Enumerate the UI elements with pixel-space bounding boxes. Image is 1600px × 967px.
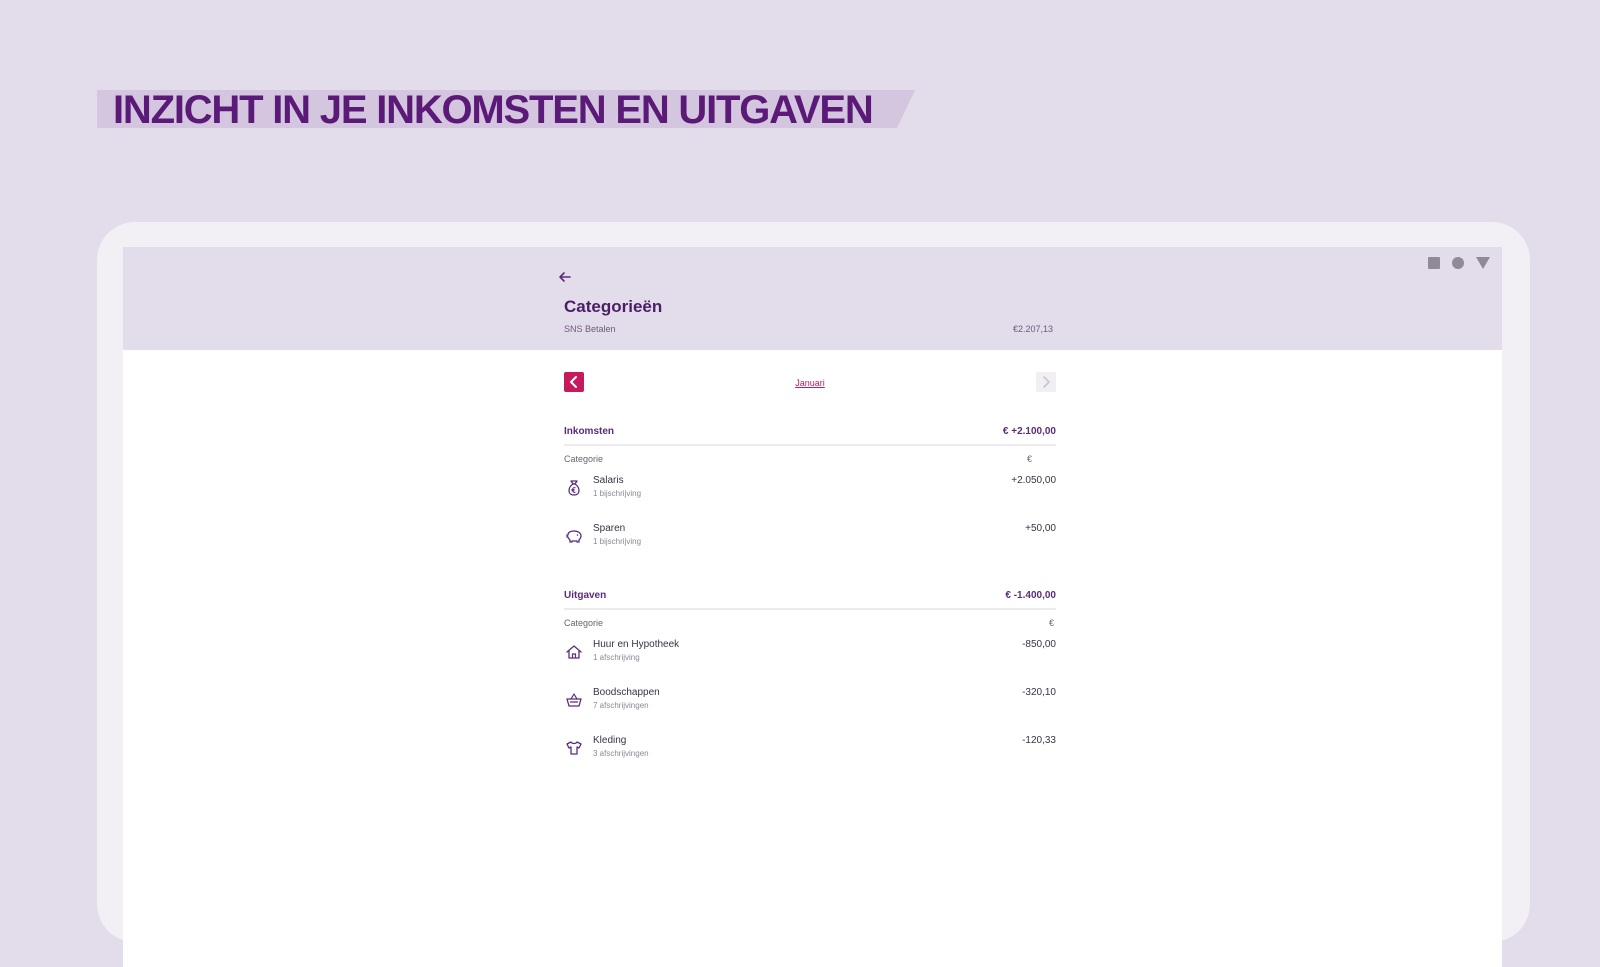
- category-row-sparen[interactable]: Sparen 1 bijschrijving +50,00: [564, 520, 1056, 568]
- currency-column-label: €: [1026, 454, 1032, 464]
- category-amount: -850,00: [1022, 639, 1056, 650]
- category-name: Boodschappen: [593, 687, 660, 698]
- category-amount: +2.050,00: [1011, 475, 1056, 486]
- category-row-salaris[interactable]: Salaris 1 bijschrijving +2.050,00: [564, 472, 1056, 520]
- category-row-kleding[interactable]: Kleding 3 afschrijvingen -120,33: [564, 732, 1056, 780]
- categories-content: Januari Inkomsten € +2.100,00 Categorie …: [564, 350, 1056, 780]
- tablet-frame: Categorieën SNS Betalen €2.207,13 Januar…: [97, 222, 1530, 967]
- house-icon: [566, 645, 582, 659]
- headline: INZICHT IN JE INKOMSTEN EN UITGAVEN: [113, 88, 874, 132]
- shopping-basket-icon: [566, 693, 582, 707]
- category-count: 1 afschrijving: [593, 653, 640, 662]
- category-row-boodschappen[interactable]: Boodschappen 7 afschrijvingen -320,10: [564, 684, 1056, 732]
- account-balance: €2.207,13: [1012, 324, 1053, 334]
- triangle-icon: [1476, 257, 1490, 269]
- back-button[interactable]: [557, 269, 573, 285]
- category-amount: +50,00: [1025, 523, 1056, 534]
- next-month-button[interactable]: [1036, 372, 1056, 392]
- month-navigation: Januari: [564, 350, 1056, 420]
- category-row-huur-en-hypotheek[interactable]: Huur en Hypotheek 1 afschrijving -850,00: [564, 636, 1056, 684]
- category-amount: -320,10: [1022, 687, 1056, 698]
- category-column-label: Categorie: [564, 454, 604, 464]
- expenses-section-header: Uitgaven € -1.400,00: [564, 584, 1056, 610]
- currency-column-label: €: [1048, 618, 1054, 628]
- category-name: Sparen: [593, 523, 626, 534]
- category-count: 1 bijschrijving: [593, 537, 642, 546]
- category-count: 3 afschrijvingen: [593, 749, 649, 758]
- piggy-bank-icon: [566, 530, 582, 543]
- money-bag-icon: [568, 480, 580, 496]
- expenses-column-header: Categorie €: [564, 610, 1056, 636]
- income-title: Inkomsten: [564, 426, 615, 437]
- status-bar: [1428, 257, 1490, 269]
- category-name: Kleding: [593, 735, 627, 746]
- expenses-total: € -1.400,00: [1005, 590, 1056, 601]
- page-title: Categorieën: [564, 297, 663, 316]
- back-arrow-icon: [559, 272, 571, 282]
- expenses-title: Uitgaven: [564, 590, 607, 601]
- chevron-right-icon: [1043, 376, 1050, 388]
- category-name: Huur en Hypotheek: [593, 639, 680, 650]
- category-column-label: Categorie: [564, 618, 604, 628]
- account-name: SNS Betalen: [564, 324, 616, 334]
- income-section-header: Inkomsten € +2.100,00: [564, 420, 1056, 446]
- app-header: Categorieën SNS Betalen €2.207,13: [123, 247, 1502, 350]
- month-selector[interactable]: Januari: [564, 378, 1056, 388]
- category-count: 1 bijschrijving: [593, 489, 642, 498]
- shirt-icon: [566, 741, 582, 755]
- square-icon: [1428, 257, 1440, 269]
- category-count: 7 afschrijvingen: [593, 701, 649, 710]
- category-name: Salaris: [593, 475, 624, 486]
- circle-icon: [1452, 257, 1464, 269]
- income-column-header: Categorie €: [564, 446, 1056, 472]
- headline-banner: INZICHT IN JE INKOMSTEN EN UITGAVEN: [97, 88, 915, 132]
- app-screen: Categorieën SNS Betalen €2.207,13 Januar…: [123, 247, 1502, 967]
- income-total: € +2.100,00: [1002, 426, 1056, 437]
- category-amount: -120,33: [1022, 735, 1056, 746]
